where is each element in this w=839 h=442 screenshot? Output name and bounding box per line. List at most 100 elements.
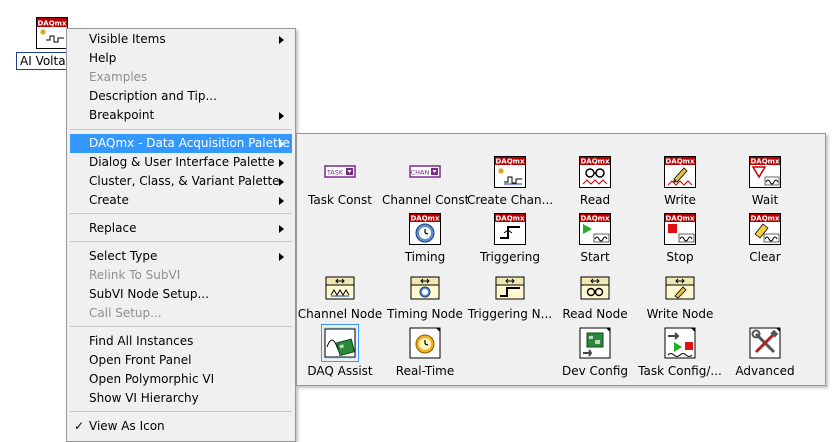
- svg-text:CHAN: CHAN: [411, 169, 430, 177]
- submenu-arrow-icon: [279, 112, 284, 120]
- menu-item-select-type[interactable]: Select Type: [70, 247, 292, 266]
- read-icon: DAQmx: [579, 156, 611, 188]
- vi-icon-header: DAQmx: [38, 20, 67, 28]
- svg-text:DAQmx: DAQmx: [581, 215, 610, 223]
- menu-item-open-front-panel[interactable]: Open Front Panel: [70, 351, 292, 370]
- palette-item-label: Timing Node: [387, 307, 463, 321]
- ai-voltage-vi-icon[interactable]: DAQmx: [36, 17, 68, 49]
- menu-separator: [70, 241, 292, 242]
- daq-assist-icon: [321, 324, 359, 362]
- svg-text:DAQmx: DAQmx: [496, 215, 525, 223]
- palette-item-read[interactable]: DAQmx Read: [552, 154, 638, 211]
- svg-text:DAQmx: DAQmx: [581, 158, 610, 166]
- task-config-icon: [664, 327, 696, 359]
- menu-item-label: View As Icon: [89, 419, 165, 433]
- menu-item-daqmx-palette[interactable]: DAQmx - Data Acquisition Palette: [70, 134, 292, 153]
- svg-text:DAQmx: DAQmx: [411, 215, 440, 223]
- menu-item-label: Open Front Panel: [89, 353, 192, 367]
- channel-node-icon: [324, 270, 356, 302]
- menu-item-label: Cluster, Class, & Variant Palette: [89, 174, 280, 188]
- submenu-arrow-icon: [279, 140, 284, 148]
- menu-separator: [70, 326, 292, 327]
- palette-item-daq-assist[interactable]: DAQ Assist: [297, 324, 383, 382]
- palette-item-timing[interactable]: DAQmx Timing: [382, 211, 468, 268]
- channel-constant-icon: CHAN: [409, 156, 441, 188]
- palette-item-timing-node[interactable]: Timing Node: [382, 268, 468, 325]
- palette-item-wait[interactable]: DAQmx Wait: [722, 154, 808, 211]
- create-channel-icon: DAQmx: [494, 156, 526, 188]
- palette-item-clear[interactable]: DAQmx Clear: [722, 211, 808, 268]
- palette-item-channel-node[interactable]: Channel Node: [297, 268, 383, 325]
- menu-item-label: Select Type: [89, 249, 158, 263]
- palette-item-task-const[interactable]: TASK Task Const: [297, 154, 383, 211]
- palette-item-label: Timing: [404, 250, 446, 264]
- triggering-node-icon: [494, 270, 526, 302]
- palette-item-create-channel[interactable]: DAQmx Create Chan...: [467, 154, 553, 211]
- menu-item-help[interactable]: Help: [70, 49, 292, 68]
- timing-node-icon: [409, 270, 441, 302]
- palette-item-triggering-node[interactable]: Triggering N...: [467, 268, 553, 325]
- menu-item-label: Open Polymorphic VI: [89, 372, 215, 386]
- daqmx-palette: TASK Task Const CHAN Channel Const DAQmx…: [296, 133, 826, 386]
- palette-item-label: Write: [664, 193, 696, 207]
- menu-item-label: Dialog & User Interface Palette: [89, 155, 275, 169]
- palette-item-label: Triggering: [480, 250, 540, 264]
- palette-item-start[interactable]: DAQmx Start: [552, 211, 638, 268]
- read-node-icon: [579, 270, 611, 302]
- real-time-icon: [409, 327, 441, 359]
- svg-text:DAQmx: DAQmx: [751, 215, 780, 223]
- menu-item-relink-to-subvi: Relink To SubVI: [70, 266, 292, 285]
- svg-text:DAQmx: DAQmx: [666, 215, 695, 223]
- palette-item-channel-const[interactable]: CHAN Channel Const: [382, 154, 468, 211]
- palette-item-read-node[interactable]: Read Node: [552, 268, 638, 325]
- menu-item-dialog-ui-palette[interactable]: Dialog & User Interface Palette: [70, 153, 292, 172]
- palette-item-triggering[interactable]: DAQmx Triggering: [467, 211, 553, 268]
- palette-item-real-time[interactable]: Real-Time: [382, 325, 468, 382]
- menu-item-label: Replace: [89, 221, 137, 235]
- menu-item-open-polymorphic-vi[interactable]: Open Polymorphic VI: [70, 370, 292, 389]
- timing-icon: DAQmx: [409, 213, 441, 245]
- palette-item-label: Write Node: [646, 307, 714, 321]
- palette-item-label: Clear: [749, 250, 781, 264]
- palette-item-stop[interactable]: DAQmx Stop: [637, 211, 723, 268]
- svg-text:DAQmx: DAQmx: [666, 158, 695, 166]
- menu-item-label: Relink To SubVI: [89, 268, 181, 282]
- menu-item-find-all-instances[interactable]: Find All Instances: [70, 332, 292, 351]
- palette-item-label: Real-Time: [395, 364, 455, 378]
- palette-item-label: Stop: [666, 250, 694, 264]
- palette-item-dev-config[interactable]: Dev Config: [552, 325, 638, 382]
- menu-item-label: Call Setup...: [89, 306, 162, 320]
- checkmark-icon: ✓: [74, 419, 85, 433]
- menu-item-label: Help: [89, 51, 117, 65]
- menu-separator: [70, 411, 292, 412]
- menu-item-breakpoint[interactable]: Breakpoint: [70, 106, 292, 125]
- menu-item-view-as-icon[interactable]: ✓ View As Icon: [70, 417, 292, 436]
- write-node-icon: [664, 270, 696, 302]
- menu-item-label: DAQmx - Data Acquisition Palette: [89, 136, 290, 150]
- palette-item-task-config[interactable]: Task Config/...: [637, 325, 723, 382]
- menu-item-label: Breakpoint: [89, 108, 155, 122]
- menu-item-cluster-class-variant-palette[interactable]: Cluster, Class, & Variant Palette: [70, 172, 292, 191]
- menu-item-description-and-tip[interactable]: Description and Tip...: [70, 87, 292, 106]
- svg-text:TASK: TASK: [326, 169, 344, 177]
- submenu-arrow-icon: [279, 197, 284, 205]
- menu-item-replace[interactable]: Replace: [70, 219, 292, 238]
- menu-separator: [70, 213, 292, 214]
- menu-item-create[interactable]: Create: [70, 191, 292, 210]
- submenu-arrow-icon: [279, 253, 284, 261]
- palette-item-label: Dev Config: [561, 364, 629, 378]
- palette-item-advanced[interactable]: Advanced: [722, 325, 808, 382]
- menu-item-visible-items[interactable]: Visible Items: [70, 30, 292, 49]
- triggering-icon: DAQmx: [494, 213, 526, 245]
- palette-item-label: Wait: [751, 193, 779, 207]
- context-menu: Visible Items Help Examples Description …: [66, 28, 296, 442]
- menu-item-show-vi-hierarchy[interactable]: Show VI Hierarchy: [70, 389, 292, 408]
- svg-text:DAQmx: DAQmx: [751, 158, 780, 166]
- palette-item-write-node[interactable]: Write Node: [637, 268, 723, 325]
- menu-item-subvi-node-setup[interactable]: SubVI Node Setup...: [70, 285, 292, 304]
- clear-icon: DAQmx: [749, 213, 781, 245]
- palette-item-label: Task Const: [308, 193, 372, 207]
- palette-item-write[interactable]: DAQmx Write: [637, 154, 723, 211]
- menu-item-label: Find All Instances: [89, 334, 194, 348]
- palette-item-label: Channel Node: [297, 307, 383, 321]
